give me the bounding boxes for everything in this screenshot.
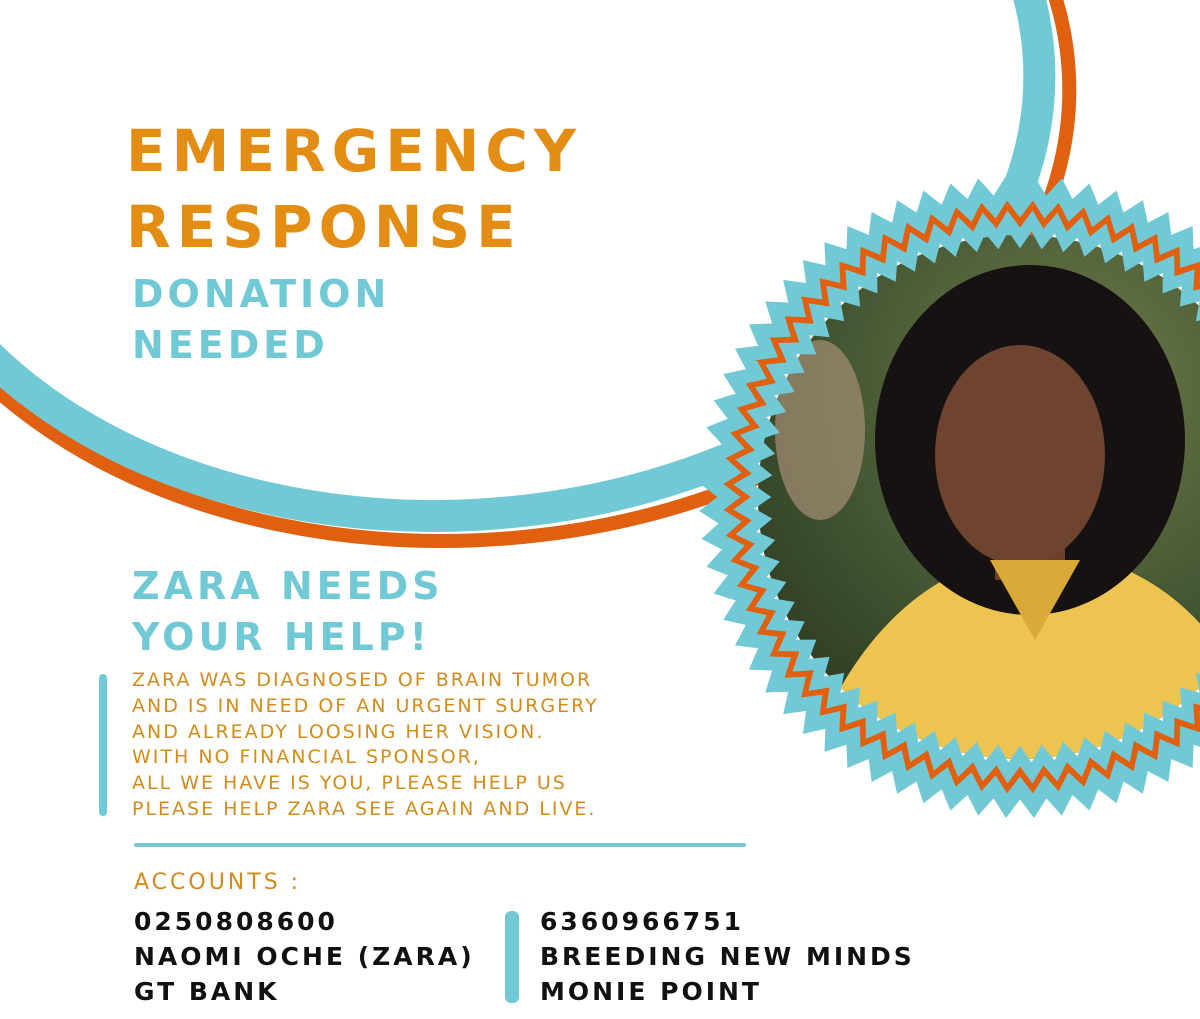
appeal-body-line: WITH NO FINANCIAL SPONSOR, — [132, 746, 481, 769]
account-number: 0250808600 — [134, 907, 338, 936]
appeal-body-line: AND ALREADY LOOSING HER VISION. — [132, 720, 545, 743]
headline-line1: EMERGENCY — [126, 117, 582, 185]
account-name: NAOMI OCHE (ZARA) — [134, 942, 475, 971]
divider — [134, 843, 746, 847]
account-number: 6360966751 — [540, 907, 744, 936]
appeal-body-line: AND IS IN NEED OF AN URGENT SURGERY — [132, 694, 599, 717]
account-separator — [505, 911, 519, 1003]
subheadline-line1: DONATION — [132, 272, 391, 316]
subheadline-line2: NEEDED — [132, 323, 329, 367]
account-bank: GT BANK — [134, 977, 280, 1006]
appeal-body-line: ALL WE HAVE IS YOU, PLEASE HELP US — [132, 772, 567, 795]
appeal-title-line2: YOUR HELP! — [132, 615, 431, 659]
quote-bar — [99, 674, 107, 816]
appeal-body: ZARA WAS DIAGNOSED OF BRAIN TUMOR AND IS… — [132, 668, 599, 823]
appeal-body-line: PLEASE HELP ZARA SEE AGAIN AND LIVE. — [132, 797, 597, 820]
appeal-title-line1: ZARA NEEDS — [132, 564, 444, 608]
appeal-body-line: ZARA WAS DIAGNOSED OF BRAIN TUMOR — [132, 669, 593, 691]
account-1: 0250808600 NAOMI OCHE (ZARA) GT BANK — [134, 904, 475, 1009]
accounts-label: ACCOUNTS : — [134, 870, 302, 895]
account-2: 6360966751 BREEDING NEW MINDS MONIE POIN… — [540, 904, 915, 1009]
account-name: BREEDING NEW MINDS — [540, 942, 915, 971]
headline-line2: RESPONSE — [126, 193, 522, 261]
account-bank: MONIE POINT — [540, 977, 762, 1006]
